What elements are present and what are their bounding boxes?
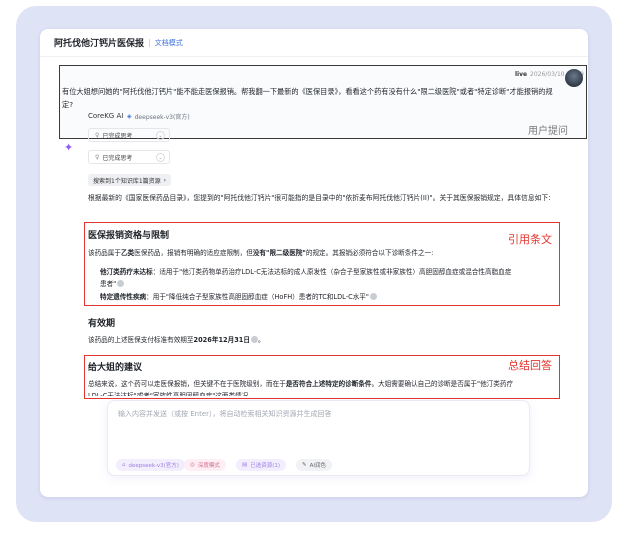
chevron-down-icon: ⌄ (156, 131, 165, 140)
search-results-chip[interactable]: 搜索到1个知识库1篇资源 › (88, 174, 172, 186)
citation-marker[interactable] (251, 336, 258, 343)
chat-input[interactable]: 输入内容并发送（或按 Enter），将自动检索相关知识资源并生成回答 ⌂ dee… (107, 400, 530, 476)
document-mode-link[interactable]: 文档模式 (155, 38, 183, 48)
titlebar: 阿托伐他汀钙片医保报 | 文档模式 (40, 29, 588, 57)
assistant-model: ◈ deepseek-v3(官方) (127, 112, 190, 121)
citation-annotation: 引用条文 (508, 233, 552, 246)
citation-marker[interactable] (369, 293, 377, 300)
assistant-name: CoreKG AI (88, 112, 124, 120)
book-icon: ▤ (242, 462, 248, 468)
bulb-icon: ♀ (95, 153, 100, 161)
assistant-model-label: deepseek-v3(官方) (134, 114, 190, 121)
chevron-down-icon: ⌄ (156, 153, 165, 162)
citation-marker[interactable] (117, 280, 125, 287)
model-icon: ◈ (127, 113, 132, 120)
user-message-text: 有位大姐想问她的"阿托伐他汀钙片"能不能走医保报销。帮我翻一下最新的《医保目录》… (62, 87, 553, 109)
user-name: live (515, 71, 528, 78)
selected-resources-chip[interactable]: ▤ 已选资源(1) (236, 459, 286, 471)
user-question-annotation: 用户提问 (528, 126, 568, 137)
chevron-right-icon: › (163, 176, 167, 184)
conversation-title: 阿托伐他汀钙片医保报 (54, 39, 145, 49)
thinking-label: 已完成思考 (102, 154, 133, 162)
thinking-toggle-1[interactable]: ♀ 已完成思考 ⌄ (88, 128, 170, 142)
ai-sparkle-icon: ✦ (64, 141, 74, 154)
section-paragraph-validity: 该药品的上述医保支付标准有效期至2026年12月31日。 (88, 336, 265, 344)
deep-mode-chip[interactable]: ◎ 深度模式 (184, 459, 226, 471)
bullet-condition-2: 特定遗传性疾病：用于"降低纯合子型家族性高胆固醇血症（HoFH）患者的TC和LD… (100, 291, 515, 303)
summary-annotation: 总结回答 (508, 359, 552, 372)
brain-icon: ◎ (190, 462, 195, 468)
input-placeholder: 输入内容并发送（或按 Enter），将自动检索相关知识资源并生成回答 (118, 410, 332, 418)
title-separator: | (148, 38, 151, 47)
section-title-validity: 有效期 (88, 319, 116, 329)
thinking-label: 已完成思考 (102, 132, 133, 140)
section-paragraph-advice: 总结来说，这个药可以走医保报销，但关键不在于医院级别，而在于是否符合上述特定的诊… (88, 380, 514, 396)
thinking-toggle-2[interactable]: ♀ 已完成思考 ⌄ (88, 150, 170, 164)
model-select-chip[interactable]: ⌂ deepseek-v3(官方) (116, 459, 185, 471)
section-title-reimbursement: 医保报销资格与限制 (88, 231, 170, 241)
user-avatar (565, 69, 583, 87)
answer-intro: 根据最新的《国家医保药品目录》，您提到的"阿托伐他汀钙片"很可能指的是目录中的"… (88, 194, 551, 202)
section-paragraph-reimbursement: 该药品属于乙类医保药品，报销有明确的适应症限制，但没有"限二级医院"的规定。其报… (88, 249, 434, 257)
ai-polish-chip[interactable]: ✎ AI润色 (296, 459, 332, 471)
section-title-advice: 给大姐的建议 (88, 363, 143, 373)
bulb-icon: ♀ (95, 131, 100, 139)
search-results-label: 搜索到1个知识库1篇资源 (93, 177, 161, 185)
bullet-condition-1: 他汀类药疗未达标：适用于"他汀类药物单药治疗LDL-C无法达标的成人原发性（杂合… (100, 268, 512, 288)
model-icon: ⌂ (122, 462, 126, 468)
wand-icon: ✎ (302, 462, 307, 468)
